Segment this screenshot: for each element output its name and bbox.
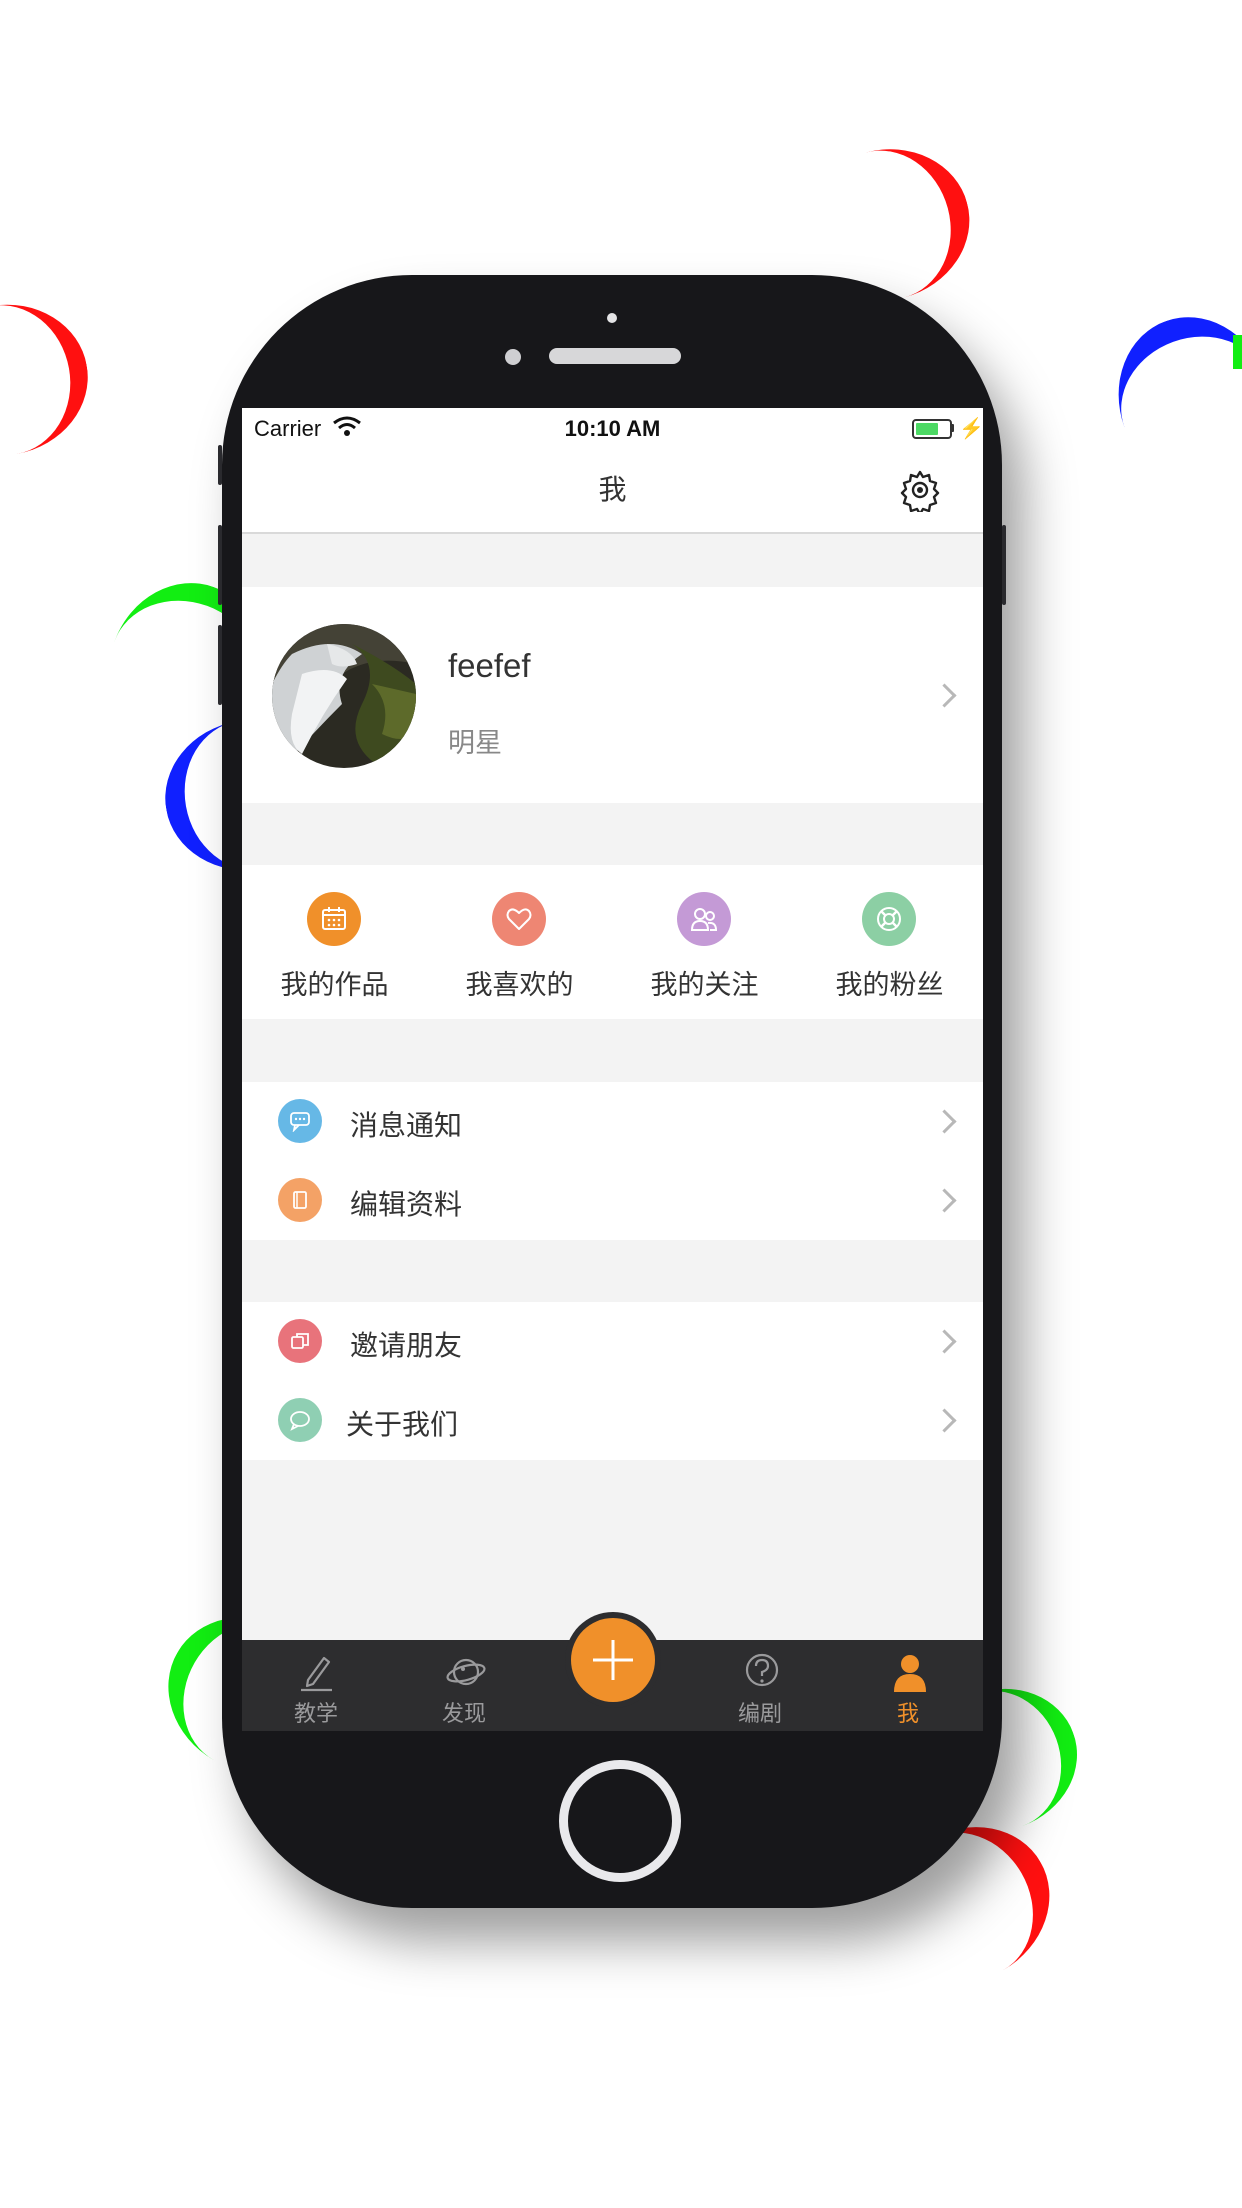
menu-group-2: 邀请朋友 关于我们 [242,1302,983,1460]
avatar[interactable] [272,624,416,768]
quick-label: 我的粉丝 [835,970,944,1001]
menu-item-notifications[interactable]: 消息通知 [242,1082,983,1161]
message-icon [278,1099,322,1143]
quick-label: 我的关注 [650,970,759,1001]
menu-item-about-us[interactable]: 关于我们 [242,1381,983,1460]
create-button[interactable] [565,1612,661,1708]
tab-label: 教学 [293,1702,338,1727]
quick-actions: 我的作品 我喜欢的 我的关注 我的粉丝 [242,865,983,1019]
plus-icon [593,1640,633,1680]
tab-teaching[interactable]: 教学 [242,1640,390,1731]
profile-card[interactable]: feefef 明星 [242,587,983,803]
planet-icon [446,1658,486,1686]
chevron-right-icon [932,1329,957,1354]
profile-name: feefef [448,647,531,684]
chevron-right-icon [932,1188,957,1213]
chat-bubble-icon [278,1398,322,1442]
front-camera [505,349,521,365]
menu-item-label: 邀请朋友 [350,1329,463,1362]
status-bar: Carrier 10:10 AM ⚡ [242,408,983,450]
calendar-icon [307,892,361,946]
quick-my-likes[interactable]: 我喜欢的 [427,865,612,1019]
decor-arc-blue [1095,295,1242,509]
edit-doc-icon [278,1178,322,1222]
menu-group-1: 消息通知 编辑资料 [242,1082,983,1240]
menu-item-edit-profile[interactable]: 编辑资料 [242,1161,983,1240]
tab-me[interactable]: 我 [834,1640,982,1731]
quick-label: 我的作品 [280,970,389,1001]
quick-label: 我喜欢的 [465,970,574,1001]
page-title: 我 [598,473,627,506]
chevron-right-icon [932,683,957,708]
menu-item-label: 消息通知 [350,1109,463,1142]
quick-my-fans[interactable]: 我的粉丝 [797,865,982,1019]
tab-script[interactable]: 编剧 [686,1640,834,1731]
profile-tag: 明星 [448,728,502,759]
battery-nub [951,424,954,432]
quick-my-works[interactable]: 我的作品 [242,865,427,1019]
earpiece-speaker [549,348,681,364]
decor-arc-green [1233,335,1242,369]
gear-icon[interactable] [898,468,942,512]
tab-label: 编剧 [737,1702,782,1727]
menu-item-label: 关于我们 [346,1408,459,1441]
tab-bar: 教学 发现 编剧 我 [242,1612,983,1731]
heart-icon [492,892,546,946]
tab-discover[interactable]: 发现 [390,1640,538,1731]
tab-label: 我 [896,1702,919,1727]
decor-arc-red [0,291,100,469]
menu-item-invite-friends[interactable]: 邀请朋友 [242,1302,983,1381]
power-button [1002,525,1006,605]
lifebuoy-icon [862,892,916,946]
battery-icon [912,419,952,439]
status-time: 10:10 AM [564,416,661,441]
chevron-right-icon [932,1408,957,1433]
quick-my-following[interactable]: 我的关注 [612,865,797,1019]
charging-icon: ⚡ [959,418,983,440]
nav-bar: 我 [242,450,983,534]
home-button[interactable] [559,1760,681,1882]
volume-up-button [218,525,222,605]
person-icon [894,1655,926,1692]
pencil-icon [301,1656,332,1692]
volume-down-button [218,625,222,705]
proximity-sensor [607,313,617,323]
copy-icon [278,1319,322,1363]
question-icon [745,1653,779,1687]
app-screen: Carrier 10:10 AM ⚡ 我 feefef 明星 我的作品 我喜欢的… [242,408,983,1731]
people-icon [677,892,731,946]
menu-item-label: 编辑资料 [350,1188,463,1221]
tab-label: 发现 [441,1702,486,1727]
plus-button[interactable] [571,1618,655,1702]
chevron-right-icon [932,1109,957,1134]
mute-switch [218,445,222,485]
